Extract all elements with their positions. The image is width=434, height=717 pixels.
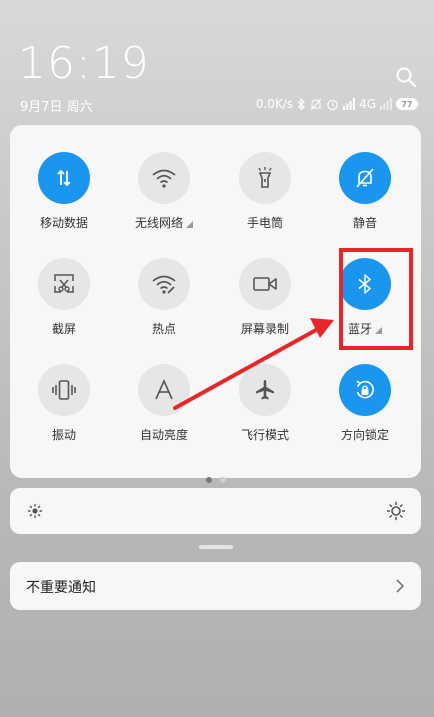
annotation-arrow-icon [173, 318, 334, 410]
